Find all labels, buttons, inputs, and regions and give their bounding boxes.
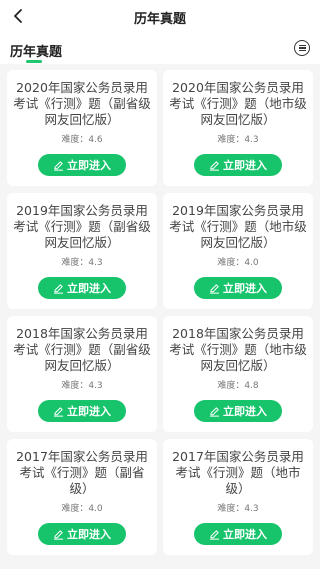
exam-card[interactable]: 2020年国家公务员录用考试《行测》题（副省级网友回忆版） 难度：4.6 立即进入 — [7, 70, 157, 186]
enter-button-label: 立即进入 — [67, 159, 111, 172]
exam-title: 2019年国家公务员录用考试《行测》题（地市级网友回忆版） — [169, 203, 307, 250]
edit-icon — [53, 406, 64, 417]
difficulty-label: 难度：4.3 — [217, 504, 259, 514]
enter-button-label: 立即进入 — [223, 528, 267, 541]
enter-button[interactable]: 立即进入 — [194, 277, 282, 299]
edit-icon — [209, 406, 220, 417]
difficulty-label: 难度：4.0 — [217, 258, 259, 268]
edit-icon — [209, 529, 220, 540]
enter-button-label: 立即进入 — [67, 282, 111, 295]
edit-icon — [53, 160, 64, 171]
exam-title: 2017年国家公务员录用考试《行测》题（副省级） — [16, 449, 148, 496]
page-title: 历年真题 — [133, 12, 186, 27]
difficulty-label: 难度：4.3 — [61, 381, 103, 391]
enter-button-label: 立即进入 — [67, 528, 111, 541]
edit-icon — [53, 529, 64, 540]
enter-button[interactable]: 立即进入 — [194, 154, 282, 176]
edit-icon — [53, 283, 64, 294]
navigation-bar: 历年真题 — [0, 0, 320, 34]
edit-icon — [209, 283, 220, 294]
enter-button[interactable]: 立即进入 — [38, 154, 126, 176]
exam-title: 2018年国家公务员录用考试《行测》题（地市级网友回忆版） — [169, 326, 307, 373]
enter-button[interactable]: 立即进入 — [38, 400, 126, 422]
tab-past-papers[interactable]: 历年真题 — [10, 41, 62, 60]
difficulty-label: 难度：4.6 — [61, 135, 103, 145]
edit-icon — [209, 160, 220, 171]
tab-indicator — [26, 60, 42, 63]
difficulty-label: 难度：4.8 — [217, 381, 259, 391]
card-list: 2020年国家公务员录用考试《行测》题（副省级网友回忆版） 难度：4.6 立即进入 2… — [0, 64, 320, 569]
enter-button-label: 立即进入 — [223, 405, 267, 418]
enter-button[interactable]: 立即进入 — [38, 523, 126, 545]
enter-button-label: 立即进入 — [67, 405, 111, 418]
exam-title: 2020年国家公务员录用考试《行测》题（地市级网友回忆版） — [169, 80, 307, 127]
section-header: 历年真题 — [0, 34, 320, 64]
list-icon[interactable] — [294, 40, 310, 56]
exam-title: 2020年国家公务员录用考试《行测》题（副省级网友回忆版） — [13, 80, 151, 127]
exam-title: 2019年国家公务员录用考试《行测》题（副省级网友回忆版） — [13, 203, 151, 250]
exam-card[interactable]: 2019年国家公务员录用考试《行测》题（副省级网友回忆版） 难度：4.3 立即进入 — [7, 193, 157, 309]
exam-card[interactable]: 2018年国家公务员录用考试《行测》题（地市级网友回忆版） 难度：4.8 立即进入 — [163, 316, 313, 432]
difficulty-label: 难度：4.3 — [217, 135, 259, 145]
difficulty-label: 难度：4.3 — [61, 258, 103, 268]
exam-title: 2017年国家公务员录用考试《行测》题（地市级） — [172, 449, 304, 496]
enter-button-label: 立即进入 — [223, 282, 267, 295]
difficulty-label: 难度：4.0 — [61, 504, 103, 514]
exam-card[interactable]: 2017年国家公务员录用考试《行测》题（地市级） 难度：4.3 立即进入 — [163, 439, 313, 555]
enter-button[interactable]: 立即进入 — [194, 400, 282, 422]
enter-button[interactable]: 立即进入 — [194, 523, 282, 545]
enter-button[interactable]: 立即进入 — [38, 277, 126, 299]
exam-title: 2018年国家公务员录用考试《行测》题（副省级网友回忆版） — [13, 326, 151, 373]
exam-card[interactable]: 2017年国家公务员录用考试《行测》题（副省级） 难度：4.0 立即进入 — [7, 439, 157, 555]
exam-card[interactable]: 2018年国家公务员录用考试《行测》题（副省级网友回忆版） 难度：4.3 立即进入 — [7, 316, 157, 432]
exam-card[interactable]: 2019年国家公务员录用考试《行测》题（地市级网友回忆版） 难度：4.0 立即进入 — [163, 193, 313, 309]
exam-card[interactable]: 2020年国家公务员录用考试《行测》题（地市级网友回忆版） 难度：4.3 立即进入 — [163, 70, 313, 186]
enter-button-label: 立即进入 — [223, 159, 267, 172]
